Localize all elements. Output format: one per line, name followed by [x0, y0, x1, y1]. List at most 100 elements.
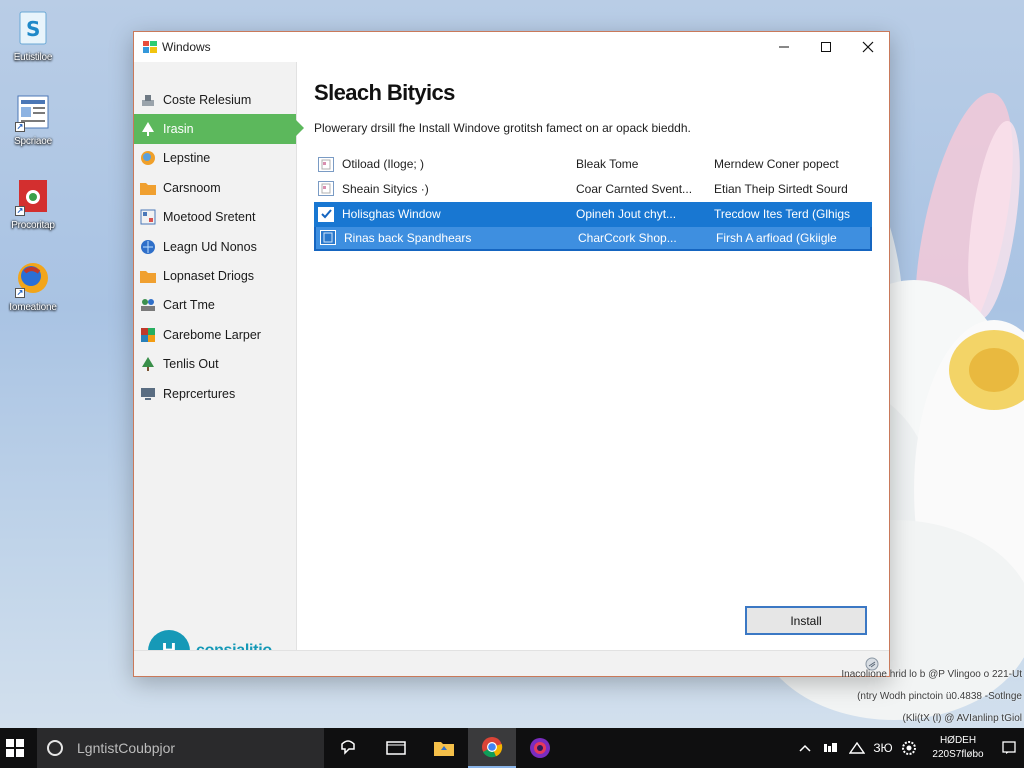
sidebar-item-label: Moetood Sretent [163, 210, 256, 225]
row-type: Coar Carnted Svent... [576, 181, 693, 196]
sidebar-item-label: Tenlis Out [163, 357, 219, 372]
sidebar-item-label: Irasin [163, 122, 194, 137]
watermark-line: (ntry Wodh pinctoin ü0.4838 -Sotlnge [857, 691, 1022, 702]
sidebar-item-label: Reprcertures [163, 386, 236, 401]
row-checkbox[interactable] [320, 230, 336, 245]
sidebar-item-moetood-sretent[interactable]: Moetood Sretent [134, 203, 296, 232]
minimize-button[interactable] [763, 32, 805, 62]
shortcut-arrow-icon: ↗ [15, 206, 25, 216]
start-button[interactable] [0, 728, 30, 768]
row-checkbox[interactable] [318, 156, 334, 172]
sidebar-item-label: Lepstine [163, 151, 211, 166]
row-detail: Trecdow Ites Terd (Glhigs [714, 207, 851, 222]
network-icon [849, 742, 865, 754]
list-item[interactable]: Otiload (Iloge; ) Bleak Tome Merndew Con… [314, 152, 872, 177]
search-placeholder: LgntistCoubpjor [77, 740, 176, 756]
sidebar-item-lopnaset-driogs[interactable]: Lopnaset Driogs [134, 261, 296, 290]
maximize-button[interactable] [805, 32, 847, 62]
sidebar-item-carsnoom[interactable]: Carsnoom [134, 173, 296, 202]
list-item-selected[interactable]: Holisghas Window Opineh Jout chyt... Tre… [314, 202, 872, 227]
install-button[interactable]: Install [745, 606, 867, 635]
sidebar-item-label: Carsnoom [163, 180, 221, 195]
folder-button[interactable] [420, 728, 468, 768]
desktop-icon-label: Eutistiloe [13, 52, 53, 63]
sidebar-item-label: Carebome Larper [163, 327, 261, 342]
gear-icon [902, 741, 916, 755]
row-type: Bleak Tome [576, 157, 639, 172]
red-app-icon: ↗ [15, 176, 51, 216]
main-panel: Sleach Bityics Plowerary drsill fhe Inst… [313, 62, 889, 652]
notifications-button[interactable] [994, 741, 1024, 755]
network-icon [139, 209, 157, 225]
media-app-button[interactable] [516, 728, 564, 768]
media-icon [530, 738, 550, 758]
desktop-icon-label: Iomeatione [9, 302, 57, 313]
tray-app-icon [824, 743, 837, 752]
chrome-button[interactable] [468, 728, 516, 768]
title-bar[interactable]: Windows [134, 32, 889, 62]
package-icon [139, 327, 157, 343]
desktop-icon-spcriaoe[interactable]: ↗ Spcriaoe [0, 92, 66, 147]
watermark-line: Inacolione hrid lo b @P Vlingoo o 221-Ut [841, 669, 1022, 680]
clock-date: 220S7fløbo [932, 749, 984, 760]
chrome-icon [482, 737, 503, 758]
settings-button[interactable] [896, 740, 922, 756]
tray-app-button[interactable] [818, 742, 844, 754]
row-type: Opineh Jout chyt... [576, 207, 677, 222]
installer-window: Windows Coste Relesium Irasin Lepstine C… [133, 31, 890, 677]
chevron-up-icon [799, 744, 811, 752]
sidebar-item-carebome-larper[interactable]: Carebome Larper [134, 320, 296, 349]
cortana-icon [47, 740, 63, 756]
sidebar-item-irasin[interactable]: Irasin [134, 114, 304, 144]
row-type: CharCcork Shop... [578, 230, 677, 245]
page-description: Plowerary drsill fhe Install Windove gro… [314, 121, 691, 135]
sidebar-item-tenlis-out[interactable]: Tenlis Out [134, 350, 296, 379]
app-icon [143, 41, 157, 53]
task-view-button[interactable] [324, 728, 372, 768]
windows-logo-icon [6, 739, 24, 757]
list-item[interactable]: Sheain Sityics ·) Coar Carnted Svent... … [314, 177, 872, 202]
taskbar-search[interactable]: LgntistCoubpjor [37, 728, 324, 768]
shortcut-arrow-icon: ↗ [15, 288, 25, 298]
file-icon [323, 232, 333, 243]
minimize-icon [779, 46, 789, 48]
file-icon [321, 159, 331, 170]
network-button[interactable] [844, 742, 870, 754]
maximize-icon [821, 42, 831, 52]
sidebar-item-label: Lopnaset Driogs [163, 269, 255, 284]
sidebar-item-cart-tme[interactable]: Cart Tme [134, 291, 296, 320]
clock[interactable]: HØDEH 220S7fløbo [922, 734, 994, 762]
tree-icon [139, 121, 157, 137]
file-explorer-icon [386, 741, 406, 755]
notification-icon [1002, 741, 1016, 754]
row-detail: Firsh A arfioad (Gkiigle [716, 230, 837, 245]
desktop-icon-iomeatione[interactable]: ↗ Iomeatione [0, 258, 66, 313]
desktop-icon-eutistiloe[interactable]: S Eutistiloe [0, 8, 66, 63]
row-checkbox[interactable] [318, 181, 334, 197]
file-explorer-button[interactable] [372, 728, 420, 768]
sidebar-item-coste-relesium[interactable]: Coste Relesium [134, 85, 296, 114]
sidebar-item-leagn-ud-nonos[interactable]: Leagn Ud Nonos [134, 232, 296, 261]
row-checkbox-checked[interactable] [318, 206, 334, 222]
folder-icon [139, 180, 157, 196]
sidebar: Coste Relesium Irasin Lepstine Carsnoom … [134, 62, 304, 672]
desktop-icon-procoritap[interactable]: ↗ Procoritap [0, 176, 66, 231]
sidebar-item-label: Leagn Ud Nonos [163, 239, 257, 254]
sidebar-item-reprcertures[interactable]: Reprcertures [134, 379, 296, 408]
row-name: Holisghas Window [342, 207, 441, 222]
taskbar: LgntistCoubpjor ЗЮ HØDEH 220S7fløbo [0, 728, 1024, 768]
browser-globe-icon: ↗ [15, 258, 51, 298]
close-icon [862, 41, 874, 53]
row-detail: Merndew Coner popect [714, 157, 839, 172]
folder-icon [139, 268, 157, 284]
show-hidden-icons-button[interactable] [792, 744, 818, 752]
watermark-line: (Kli(tX (l) @ AVIanlinp tGiol [902, 713, 1022, 724]
component-list: Otiload (Iloge; ) Bleak Tome Merndew Con… [314, 152, 872, 251]
page-title: Sleach Bityics [314, 80, 455, 105]
input-language-indicator[interactable]: ЗЮ [870, 741, 896, 755]
close-button[interactable] [847, 32, 889, 62]
list-item-selected[interactable]: Rinas back Spandhears CharCcork Shop... … [314, 226, 872, 251]
sidebar-item-lepstine[interactable]: Lepstine [134, 144, 296, 173]
tree-icon [139, 356, 157, 372]
row-name: Rinas back Spandhears [344, 230, 472, 245]
